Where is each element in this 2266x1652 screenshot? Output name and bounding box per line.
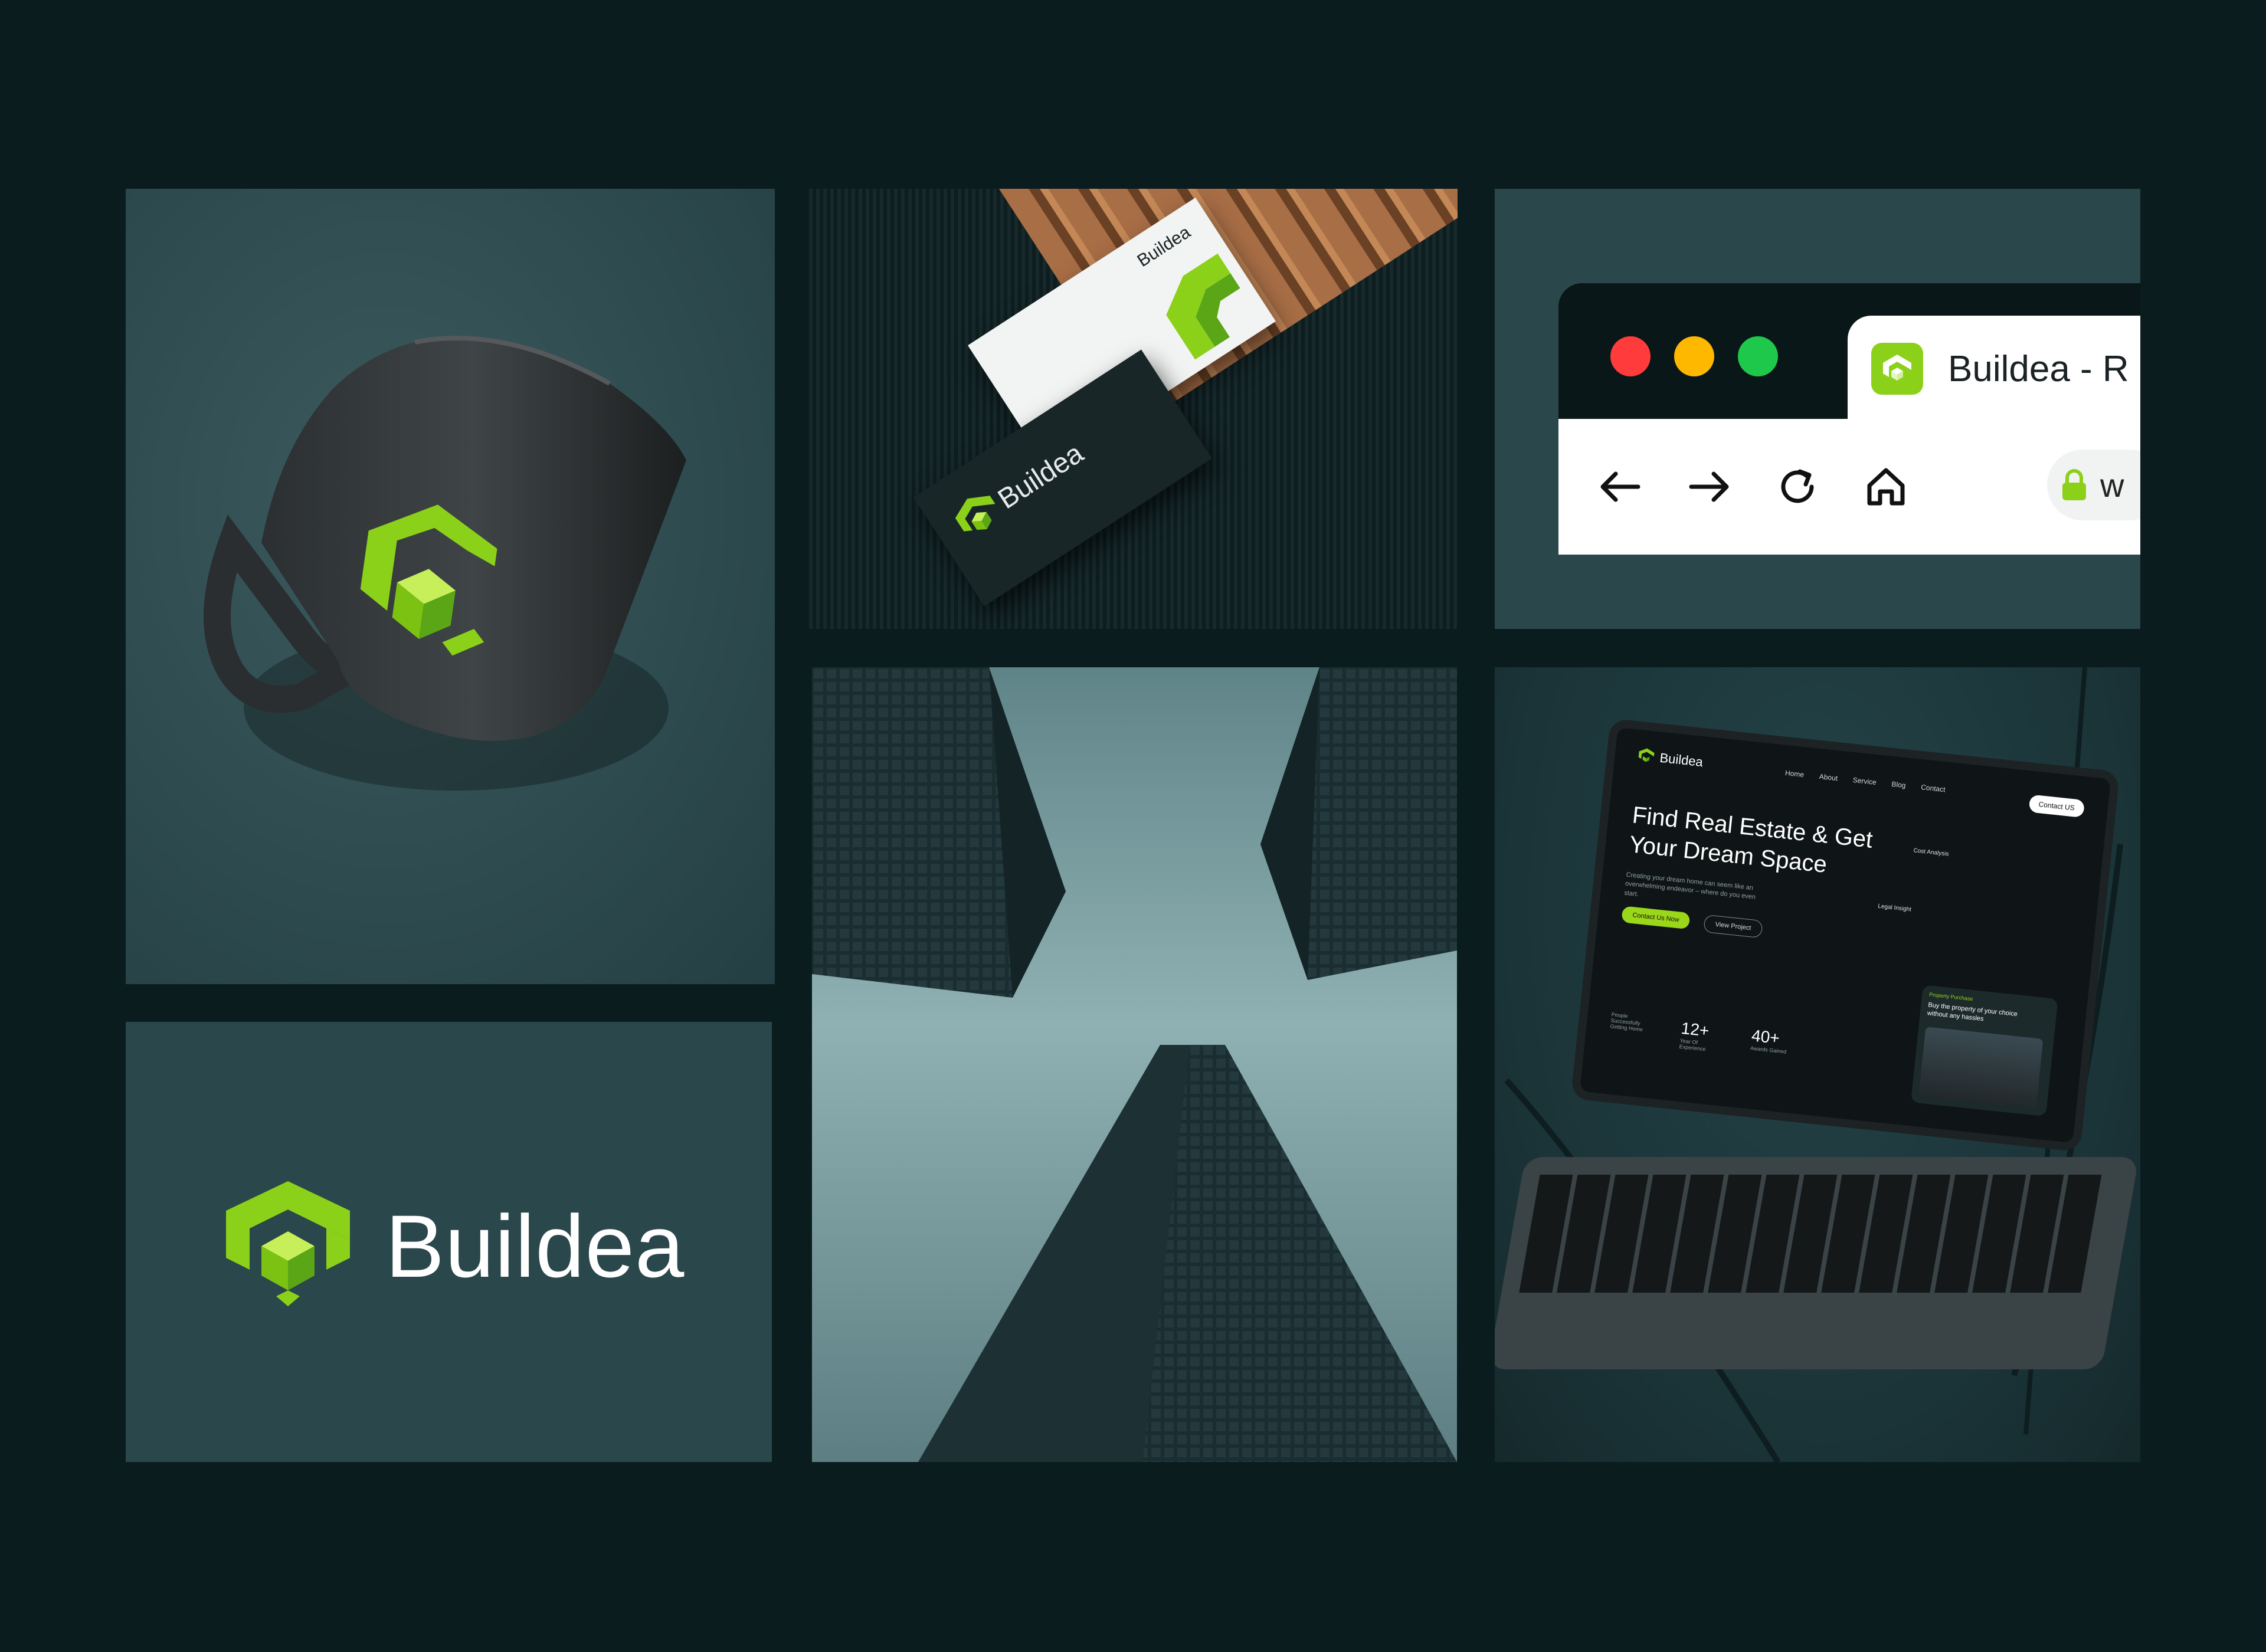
contact-now-button[interactable]: Contact Us Now [1621,906,1691,930]
nav-about[interactable]: About [1819,772,1838,782]
favicon-icon [1871,343,1923,395]
url-text: w [2100,466,2124,504]
stat-people: People Successfully Getting Home [1609,1011,1653,1046]
buildea-logo-icon [226,1181,350,1306]
site-nav: Home About Service Blog Contact [1784,769,1946,794]
brand-wordmark: Buildea [385,1197,685,1296]
keyboard-keys [1519,1175,2107,1293]
nav-contact[interactable]: Contact [1921,783,1946,794]
logo-lockup: Buildea [226,1181,685,1311]
browser-toolbar: w [1558,419,2140,555]
property-card-label: Property Purchase [1928,991,1973,1002]
reload-button[interactable] [1771,460,1824,513]
lock-icon [2062,469,2086,500]
home-button[interactable] [1859,460,1913,513]
tab-title: Buildea - R [1948,348,2129,389]
card-back-brand: Buildea [993,437,1089,516]
nav-service[interactable]: Service [1852,776,1877,786]
minimize-dot[interactable] [1674,336,1714,376]
browser-mockup-tile: Buildea - R w [1495,189,2140,629]
property-card[interactable]: Property Purchase Buy the property of yo… [1911,985,2058,1117]
forward-button[interactable] [1682,460,1735,513]
stats-row: People Successfully Getting Home 12+ Yea… [1609,1011,1794,1061]
window-controls[interactable] [1610,336,1778,376]
laptop-mockup-tile: Buildea Home About Service Blog Contact … [1495,667,2140,1462]
site-header: Buildea [1638,748,1704,771]
back-arrow-icon [1600,471,1640,502]
stat-years: 12+ Year Of Experience [1679,1019,1723,1054]
mug-mockup-tile [126,189,775,984]
mug-illustration [204,336,686,791]
site-brand: Buildea [1659,750,1704,770]
stat-awards: 40+ Awards Gained [1750,1026,1794,1061]
property-card-text: Buy the property of your choice without … [1927,1001,2018,1023]
browser-window: Buildea - R w [1558,283,2140,555]
property-card-image [1918,1027,2044,1109]
site-logo-icon [1638,748,1655,762]
nav-blog[interactable]: Blog [1891,780,1906,789]
skyscraper-photo-tile [812,667,1457,1462]
laptop-keyboard [1495,1157,2139,1369]
skyscraper-illustration [812,667,1457,1462]
logo-tile: Buildea [126,1022,772,1462]
browser-tab[interactable]: Buildea - R [1848,316,2140,422]
business-card-tile: Buildea Buildea [809,189,1458,629]
forward-arrow-icon [1689,471,1729,502]
nav-home[interactable]: Home [1784,769,1804,779]
back-button[interactable] [1594,460,1647,513]
address-bar[interactable]: w [2047,450,2140,520]
tag-legal-insight: Legal Insight [1877,903,1912,913]
home-icon [1867,468,1905,506]
reload-icon [1781,469,1814,503]
laptop-screen: Buildea Home About Service Blog Contact … [1570,718,2120,1152]
stat-label: People Successfully Getting Home [1610,1011,1643,1032]
close-dot[interactable] [1610,336,1651,376]
contact-us-button[interactable]: Contact US [2028,794,2085,818]
view-project-button[interactable]: View Project [1703,914,1763,939]
hero-heading: Find Real Estate & Get Your Dream Space [1628,800,1892,886]
maximize-dot[interactable] [1738,336,1778,376]
hero-subtext: Creating your dream home can seem like a… [1623,871,1756,902]
tag-cost-analysis: Cost Analysis [1913,847,1949,858]
